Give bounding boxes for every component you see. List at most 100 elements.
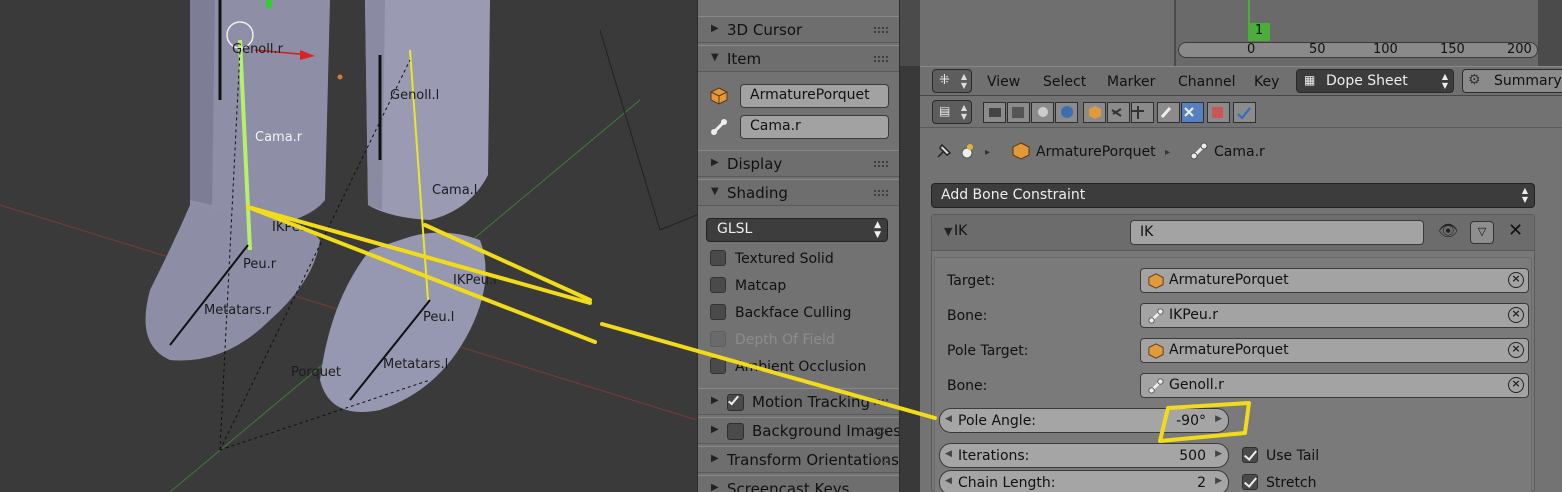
pole-target-label: Pole Target:: [947, 343, 1029, 359]
breadcrumb-object: ArmaturePorquet: [1036, 144, 1156, 160]
menu-key[interactable]: Key: [1254, 74, 1279, 90]
3d-viewport[interactable]: Genoll.r Genoll.l Cama.r Cama.l IKPeu.r …: [0, 0, 697, 492]
iterations-slider[interactable]: ◀ Iterations: 500 ▶: [939, 443, 1229, 468]
decrement-arrow-icon[interactable]: ◀: [945, 414, 952, 424]
drag-grip-icon[interactable]: [873, 26, 889, 35]
add-bone-constraint-dropdown[interactable]: Add Bone Constraint ▲ ▼: [931, 183, 1535, 208]
expand-triangle-icon: ▶: [711, 157, 719, 168]
pole-target-field[interactable]: ArmaturePorquet ×: [1140, 338, 1529, 363]
menu-select[interactable]: Select: [1043, 74, 1086, 90]
panel-title: Motion Tracking: [752, 393, 871, 411]
ambient-occlusion-checkbox[interactable]: Ambient Occlusion: [710, 358, 866, 375]
increment-arrow-icon[interactable]: ▶: [1215, 476, 1222, 486]
drag-grip-icon[interactable]: [873, 189, 889, 198]
matcap-checkbox[interactable]: Matcap: [710, 277, 786, 294]
panel-display[interactable]: ▶ Display: [698, 150, 899, 177]
bone-label-peu-l: Peu.l: [423, 310, 455, 325]
object-cube-icon: [1148, 273, 1164, 289]
chain-length-value: 2: [1197, 475, 1206, 491]
shading-mode-dropdown[interactable]: GLSL ▲ ▼: [706, 218, 888, 242]
bone-field[interactable]: IKPeu.r ×: [1140, 303, 1529, 328]
constraint-type-label: IK: [954, 223, 968, 239]
timeline-scrollbar[interactable]: [1178, 42, 1538, 58]
textured-solid-checkbox[interactable]: Textured Solid: [710, 250, 834, 267]
timeline-tick: 150: [1440, 42, 1465, 57]
updown-arrows-icon: ▲ ▼: [1521, 186, 1528, 204]
bone-label-metatars-l: Metatars.l: [383, 357, 449, 372]
close-icon[interactable]: ✕: [1508, 220, 1523, 241]
panel-background-images[interactable]: ▶ Background Images: [698, 417, 899, 444]
checkbox-label: Matcap: [735, 278, 787, 294]
eye-icon[interactable]: 👁: [1438, 221, 1458, 240]
mode-dropdown[interactable]: ▦ Dope Sheet ▲ ▼: [1296, 69, 1454, 93]
menu-channel[interactable]: Channel: [1178, 74, 1235, 90]
checkbox-label: Depth Of Field: [735, 332, 835, 348]
pin-icon[interactable]: [934, 141, 982, 161]
summary-toggle[interactable]: ⚙ Summary: [1462, 69, 1562, 93]
decrement-arrow-icon[interactable]: ◀: [945, 449, 952, 459]
pole-angle-value: -90°: [1176, 413, 1206, 429]
drag-grip-icon[interactable]: [873, 427, 889, 436]
decrement-arrow-icon[interactable]: ◀: [945, 476, 952, 486]
iterations-label: Iterations:: [958, 448, 1030, 464]
target-value: ArmaturePorquet: [1169, 272, 1289, 288]
bone-label-metatars-r: Metatars.r: [204, 303, 271, 318]
stretch-checkbox[interactable]: Stretch: [1242, 474, 1317, 491]
panel-item[interactable]: ▼ Item: [698, 45, 899, 72]
dopesheet-channel-region[interactable]: [920, 0, 1175, 66]
checkbox-label: Textured Solid: [735, 251, 834, 267]
drag-grip-icon[interactable]: [873, 398, 889, 407]
ik-constraint-header[interactable]: ▼ IK IK 👁 ▽ ✕: [932, 215, 1534, 251]
bone-value: IKPeu.r: [1169, 307, 1218, 323]
pole-bone-field[interactable]: Genoll.r ×: [1140, 373, 1529, 398]
bone-label-peu-r: Peu.r: [243, 257, 277, 272]
menu-view[interactable]: View: [987, 74, 1020, 90]
properties-icon: ▤: [939, 104, 951, 118]
panel-transform-orientations[interactable]: ▶ Transform Orientations: [698, 446, 899, 473]
bone-label-genoll-r: Genoll.r: [232, 42, 283, 57]
properties-editor-type-button[interactable]: ▤ ▲ ▼: [932, 100, 972, 124]
summary-icon: ⚙: [1468, 72, 1481, 88]
target-field[interactable]: ArmaturePorquet ×: [1140, 268, 1529, 293]
panel-screencast-keys[interactable]: ▶ Screencast Keys: [698, 475, 899, 492]
bone-label-cama-r: Cama.r: [255, 130, 303, 145]
chain-length-slider[interactable]: ◀ Chain Length: 2 ▶: [939, 470, 1229, 492]
breadcrumb-bone: Cama.r: [1214, 144, 1265, 160]
panel-title: Shading: [727, 184, 788, 202]
current-frame-marker[interactable]: 1: [1248, 23, 1270, 41]
updown-arrows-icon: ▲ ▼: [874, 220, 881, 240]
pole-bone-value: Genoll.r: [1169, 377, 1224, 393]
use-tail-checkbox[interactable]: Use Tail: [1242, 447, 1319, 464]
backface-culling-checkbox[interactable]: Backface Culling: [710, 304, 851, 321]
panel-3d-cursor[interactable]: ▶ 3D Cursor: [698, 16, 899, 43]
panel-motion-tracking[interactable]: ▶ Motion Tracking: [698, 388, 899, 415]
item-object-name-field[interactable]: ArmaturePorquet: [740, 84, 889, 108]
target-label: Target:: [947, 273, 996, 289]
timeline-tick: 50: [1309, 42, 1326, 57]
collapse-triangle-icon[interactable]: ▼: [944, 225, 952, 238]
item-bone-name-field[interactable]: Cama.r: [740, 115, 889, 139]
drag-grip-icon[interactable]: [873, 456, 889, 465]
increment-arrow-icon[interactable]: ▶: [1215, 414, 1222, 424]
pole-angle-slider[interactable]: ◀ Pole Angle: -90° ▶: [939, 408, 1229, 433]
move-down-button[interactable]: ▽: [1470, 221, 1494, 244]
clear-icon[interactable]: ×: [1508, 342, 1524, 358]
pole-bone-label: Bone:: [947, 378, 988, 394]
constraint-name-field[interactable]: IK: [1130, 220, 1424, 245]
expand-triangle-icon: ▶: [711, 482, 719, 492]
clear-icon[interactable]: ×: [1508, 377, 1524, 393]
bone-icon: [1148, 308, 1164, 324]
breadcrumb-separator-icon: ▸: [985, 147, 991, 158]
clear-icon[interactable]: ×: [1508, 307, 1524, 323]
editor-type-icon: ⁜: [939, 73, 950, 88]
drag-grip-icon[interactable]: [873, 160, 889, 169]
viewport-scene: [0, 0, 697, 492]
background-images-checkbox[interactable]: [727, 423, 744, 440]
add-constraint-label: Add Bone Constraint: [941, 187, 1086, 203]
clear-icon[interactable]: ×: [1508, 272, 1524, 288]
increment-arrow-icon[interactable]: ▶: [1215, 449, 1222, 459]
editor-type-button[interactable]: ⁜ ▲ ▼: [932, 69, 972, 93]
panel-shading[interactable]: ▼ Shading: [698, 179, 899, 206]
drag-grip-icon[interactable]: [873, 55, 889, 64]
menu-marker[interactable]: Marker: [1107, 74, 1155, 90]
